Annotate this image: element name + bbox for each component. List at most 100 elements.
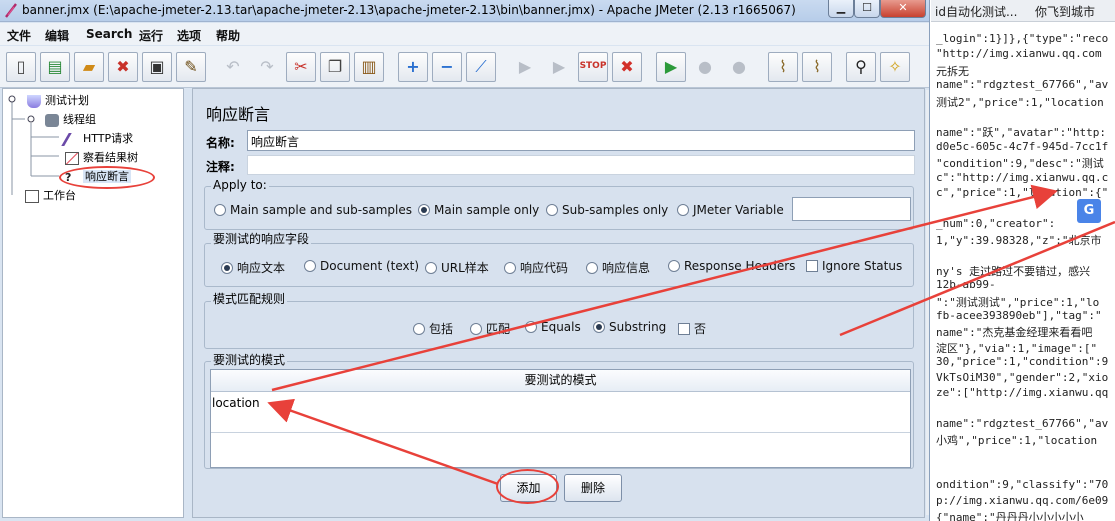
- open-icon[interactable]: ▰: [74, 52, 104, 82]
- redo-icon[interactable]: ↷: [252, 52, 282, 82]
- close-button[interactable]: ✕: [880, 0, 926, 18]
- reset-search-icon[interactable]: ✧: [880, 52, 910, 82]
- patterns-table[interactable]: 要测试的模式 location: [210, 369, 911, 468]
- background-tab[interactable]: id自动化测试...: [935, 3, 1017, 20]
- apply-main-and-sub-radio[interactable]: Main sample and sub-samples: [214, 203, 412, 217]
- field-response-headers-radio[interactable]: Response Headers: [668, 259, 795, 273]
- jmeter-window: banner.jmx (E:\apache-jmeter-2.13.tar\ap…: [0, 0, 930, 521]
- apply-main-only-radio[interactable]: Main sample only: [418, 203, 539, 217]
- radio-on: [221, 262, 233, 274]
- comment-label: 注释:: [206, 160, 235, 174]
- menu-options[interactable]: 选项: [177, 27, 201, 44]
- json-line: [936, 463, 1108, 478]
- field-url-radio[interactable]: URL样本: [425, 259, 489, 276]
- tree-item-http-request[interactable]: HTTP请求: [61, 130, 133, 146]
- rule-matches-radio[interactable]: 匹配: [470, 320, 510, 337]
- background-tab[interactable]: 你飞到城市: [1035, 3, 1095, 20]
- stop-icon[interactable]: STOP: [578, 52, 608, 82]
- panel-title: 响应断言: [206, 105, 271, 124]
- apply-sub-only-radio[interactable]: Sub-samples only: [546, 203, 668, 217]
- json-line: 1,"y":39.98328,"z":"北京市: [936, 234, 1102, 248]
- menu-search[interactable]: Search: [86, 27, 132, 41]
- shutdown-icon[interactable]: ✖: [612, 52, 642, 82]
- copy-icon[interactable]: ❐: [320, 52, 350, 82]
- pattern-rules-title: 模式匹配规则: [211, 290, 288, 307]
- cut-icon[interactable]: ✂: [286, 52, 316, 82]
- radio-off: [214, 204, 226, 216]
- search-icon[interactable]: ⚲: [846, 52, 876, 82]
- save-icon[interactable]: ▣: [142, 52, 172, 82]
- rule-not-checkbox[interactable]: 否: [678, 320, 706, 337]
- toggle-icon[interactable]: ⟋: [466, 52, 496, 82]
- apply-variable-radio[interactable]: JMeter Variable: [677, 203, 784, 217]
- remote-start-icon[interactable]: ▶: [656, 52, 686, 82]
- checkbox-off: [678, 323, 690, 335]
- json-line: name":"跃","avatar":"http:: [936, 126, 1106, 140]
- remote-shutdown-icon[interactable]: ●: [724, 52, 754, 82]
- patterns-column-header: 要测试的模式: [211, 370, 910, 392]
- start-icon[interactable]: ▶: [510, 52, 540, 82]
- start-no-pause-icon[interactable]: ▶: [544, 52, 574, 82]
- maximize-button[interactable]: ☐: [854, 0, 880, 18]
- clipboard-icon: [25, 189, 39, 203]
- delete-button[interactable]: 删除: [564, 474, 622, 502]
- checkbox-off: [806, 260, 818, 272]
- expand-icon[interactable]: +: [398, 52, 428, 82]
- json-line: "condition":9,"desc":"测试: [936, 157, 1104, 171]
- table-row[interactable]: location: [211, 393, 910, 433]
- rule-contains-radio[interactable]: 包括: [413, 320, 453, 337]
- menu-run[interactable]: 运行: [139, 27, 163, 44]
- clear-icon[interactable]: ⌇: [768, 52, 798, 82]
- json-line: [936, 448, 1108, 463]
- comment-field[interactable]: [247, 155, 915, 175]
- test-plan-tree: 测试计划 线程组 HTTP请求 察看结果树 ? 响应断言 工作台: [2, 88, 184, 518]
- radio-off: [586, 262, 598, 274]
- close-file-icon[interactable]: ✖: [108, 52, 138, 82]
- undo-icon[interactable]: ↶: [218, 52, 248, 82]
- json-line: "http://img.xianwu.qq.com: [936, 47, 1102, 61]
- json-line: c":"http://img.xianwu.qq.c: [936, 170, 1109, 184]
- json-line: 小鸡","price":1,"location: [936, 434, 1098, 448]
- toolbar: ▯ ▤ ▰ ✖ ▣ ✎ ↶ ↷ ✂ ❐ ▥ + − ⟋ ▶ ▶ STOP ✖ ▶…: [0, 46, 929, 88]
- paste-icon[interactable]: ▥: [354, 52, 384, 82]
- tree-item-test-plan[interactable]: 测试计划: [27, 92, 89, 108]
- json-line: [936, 247, 1108, 262]
- vertical-scrollbar[interactable]: [926, 90, 929, 515]
- clear-all-icon[interactable]: ⌇: [802, 52, 832, 82]
- radio-off: [546, 204, 558, 216]
- ignore-status-checkbox[interactable]: Ignore Status: [806, 259, 902, 273]
- highlight-oval: [496, 469, 559, 504]
- json-line: p://img.xianwu.qq.com/6e09: [936, 493, 1109, 507]
- rule-substring-radio[interactable]: Substring: [593, 320, 666, 334]
- templates-icon[interactable]: ▤: [40, 52, 70, 82]
- remote-stop-icon[interactable]: ●: [690, 52, 720, 82]
- json-line: [936, 401, 1108, 416]
- variable-name-field[interactable]: [792, 197, 911, 221]
- menu-help[interactable]: 帮助: [216, 27, 240, 44]
- field-response-message-radio[interactable]: 响应信息: [586, 259, 650, 276]
- background-response-text: id自动化测试... 你飞到城市 _login":1}]},{"type":"r…: [931, 0, 1115, 521]
- radio-off: [668, 260, 680, 272]
- tree-item-workbench[interactable]: 工作台: [25, 187, 76, 203]
- collapse-icon[interactable]: −: [432, 52, 462, 82]
- tree-item-view-results[interactable]: 察看结果树: [65, 149, 138, 165]
- new-icon[interactable]: ▯: [6, 52, 36, 82]
- json-line: [936, 109, 1108, 124]
- menu-file[interactable]: 文件: [7, 27, 31, 44]
- name-field[interactable]: 响应断言: [247, 130, 915, 151]
- json-line: 30,"price":1,"condition":9: [936, 355, 1109, 369]
- gear-group-icon: [45, 113, 59, 127]
- save-as-icon[interactable]: ✎: [176, 52, 206, 82]
- name-label: 名称:: [206, 136, 235, 150]
- field-response-text-radio[interactable]: 响应文本: [221, 259, 285, 276]
- rule-equals-radio[interactable]: Equals: [525, 320, 581, 334]
- translate-icon[interactable]: G: [1077, 199, 1101, 223]
- radio-off: [470, 323, 482, 335]
- tree-item-thread-group[interactable]: 线程组: [45, 111, 96, 127]
- field-document-radio[interactable]: Document (text): [304, 259, 419, 273]
- background-tab-strip: id自动化测试... 你飞到城市: [931, 0, 1115, 22]
- minimize-button[interactable]: ▁: [828, 0, 854, 18]
- field-response-code-radio[interactable]: 响应代码: [504, 259, 568, 276]
- menu-edit[interactable]: 编辑: [45, 27, 69, 44]
- json-line: ny's 走过路过不要错过，感兴: [936, 264, 1091, 278]
